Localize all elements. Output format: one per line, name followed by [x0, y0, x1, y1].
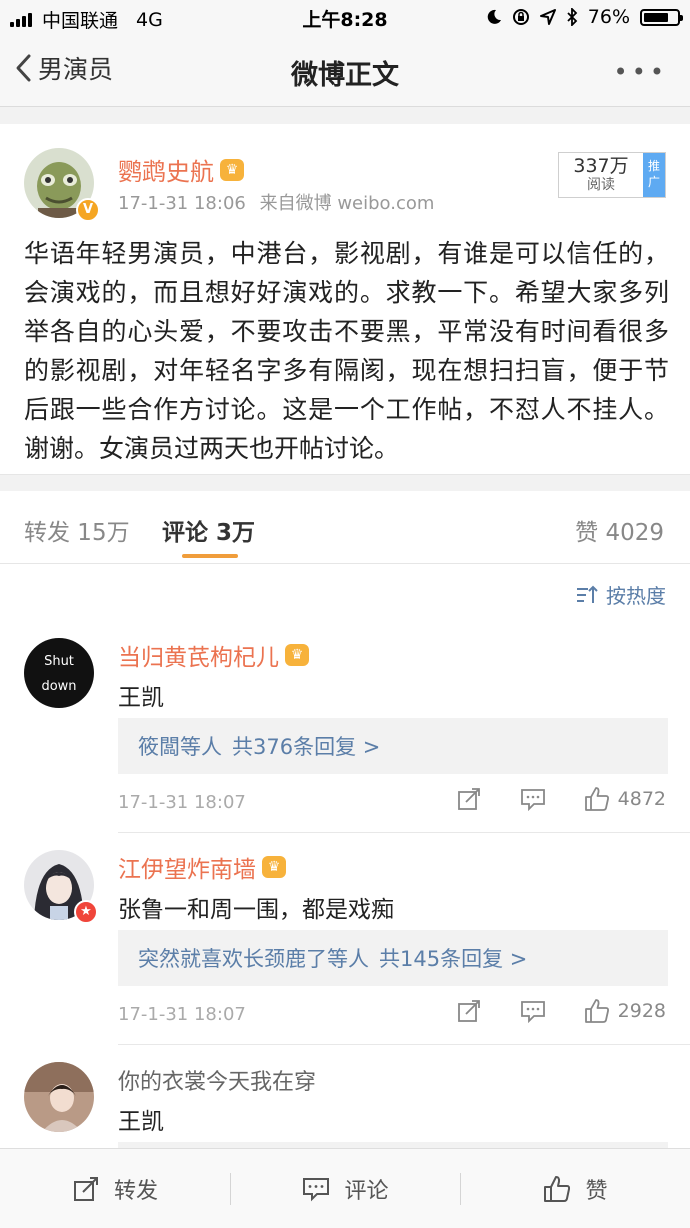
sort-label: 按热度 — [606, 584, 666, 608]
sort-icon — [577, 585, 598, 603]
thumbs-up-icon[interactable] — [584, 786, 610, 812]
status-bar: 中国联通 4G 上午8:28 76% — [0, 0, 690, 36]
post-meta: 17-1-31 18:06 来自微博 weibo.com — [118, 189, 434, 215]
crown-icon: ♛ — [285, 644, 309, 666]
commenter-avatar[interactable]: Shut down — [24, 638, 94, 708]
reply-users: 筱闆等人 — [138, 735, 222, 759]
comment-icon — [303, 1177, 330, 1201]
author-name: 鹦鹉史航 — [118, 158, 214, 186]
member-badge: ★ — [74, 900, 98, 924]
bottom-toolbar: 转发 评论 赞 — [0, 1148, 690, 1228]
reply-summary[interactable]: 突然就喜欢长颈鹿了等人 共145条回复 > — [118, 930, 668, 986]
weibo-post: V 鹦鹉史航 ♛ 17-1-31 18:06 来自微博 weibo.com 33… — [0, 124, 690, 475]
avatar-text-top: Shut — [44, 654, 74, 669]
reads-count: 337万 — [573, 155, 629, 177]
comment-actions: 4872 — [456, 786, 666, 812]
like-count: 2928 — [617, 1000, 666, 1022]
comment-divider — [118, 832, 690, 833]
chevron-left-icon — [16, 54, 31, 82]
toolbar-like-label: 赞 — [585, 1178, 608, 1204]
repost-icon[interactable] — [456, 786, 482, 812]
moon-icon — [487, 9, 501, 24]
reads-badge[interactable]: 337万 阅读 推广 — [558, 152, 666, 198]
commenter-name: 当归黄芪枸杞儿 — [118, 645, 279, 671]
comment-divider — [118, 1044, 690, 1045]
avatar-text-bottom: down — [41, 679, 77, 694]
reply-count: 共376条回复 > — [232, 735, 381, 759]
tab-repost[interactable]: 转发 15万 — [24, 513, 130, 547]
comment-item: ★ 江伊望炸南墙 ♛ 张鲁一和周一围，都是戏痴 突然就喜欢长颈鹿了等人 共145… — [0, 840, 690, 1045]
comment-time: 17-1-31 18:07 — [118, 1004, 246, 1025]
battery-percent: 76% — [587, 6, 630, 28]
comment-icon[interactable] — [520, 998, 546, 1024]
toolbar-repost-label: 转发 — [113, 1178, 158, 1204]
reply-summary[interactable]: 筱闆等人 共376条回复 > — [118, 718, 668, 774]
tab-like[interactable]: 赞 4029 — [575, 513, 664, 547]
toolbar-comment-button[interactable]: 评论 — [231, 1149, 460, 1228]
tab-active-indicator — [182, 554, 238, 558]
commenter-name-row[interactable]: 江伊望炸南墙 ♛ — [118, 850, 286, 884]
sort-button[interactable]: 按热度 — [576, 580, 666, 609]
rotation-lock-icon — [512, 9, 529, 25]
status-right: 76% — [486, 6, 683, 28]
tab-comment[interactable]: 评论 3万 — [162, 513, 255, 547]
bluetooth-icon — [567, 8, 578, 26]
comment-text: 王凯 — [118, 685, 164, 711]
comment-time: 17-1-31 18:07 — [118, 792, 246, 813]
comment-actions: 2928 — [456, 998, 666, 1024]
reads-counter: 337万 阅读 — [559, 153, 643, 197]
repost-icon — [73, 1176, 98, 1201]
crown-icon: ♛ — [262, 856, 286, 878]
back-button[interactable]: 男演员 — [14, 50, 113, 86]
portrait-avatar-icon — [24, 1062, 94, 1132]
repost-icon[interactable] — [456, 998, 482, 1024]
location-icon — [539, 9, 556, 25]
comment-item: Shut down 当归黄芪枸杞儿 ♛ 王凯 筱闆等人 共376条回复 > 17… — [0, 628, 690, 833]
interaction-tabs: 转发 15万 评论 3万 赞 4029 — [0, 491, 690, 564]
toolbar-comment-label: 评论 — [344, 1178, 389, 1204]
promote-tag[interactable]: 推广 — [643, 153, 665, 197]
commenter-name: 江伊望炸南墙 — [118, 857, 256, 883]
post-source: 来自微博 weibo.com — [259, 193, 435, 214]
thumbs-up-icon — [544, 1175, 571, 1202]
like-count: 4872 — [617, 788, 666, 810]
post-text: 华语年轻男演员，中港台，影视剧，有谁是可以信任的，会演戏的，而且想好好演戏的。求… — [24, 239, 669, 463]
author-name-row[interactable]: 鹦鹉史航 ♛ — [118, 152, 244, 187]
verified-badge: V — [76, 198, 100, 222]
commenter-name[interactable]: 你的衣裳今天我在穿 — [118, 1064, 316, 1096]
crown-icon: ♛ — [220, 158, 244, 181]
more-button[interactable]: ••• — [614, 58, 668, 86]
thumbs-up-icon[interactable] — [584, 998, 610, 1024]
commenter-avatar[interactable] — [24, 1062, 94, 1132]
toolbar-repost-button[interactable]: 转发 — [0, 1149, 230, 1228]
commenter-name-row[interactable]: 当归黄芪枸杞儿 ♛ — [118, 638, 309, 672]
post-time: 17-1-31 18:06 — [118, 193, 246, 214]
toolbar-like-button[interactable]: 赞 — [461, 1149, 690, 1228]
battery-icon — [640, 8, 683, 26]
back-label: 男演员 — [38, 55, 114, 84]
comment-text: 张鲁一和周一围，都是戏痴 — [118, 897, 394, 923]
comment-icon[interactable] — [520, 786, 546, 812]
reply-users: 突然就喜欢长颈鹿了等人 — [138, 947, 369, 971]
comment-text: 王凯 — [118, 1109, 164, 1135]
reads-label: 阅读 — [587, 177, 615, 193]
nav-bar: 男演员 微博正文 ••• — [0, 36, 690, 107]
reply-count: 共145条回复 > — [379, 947, 528, 971]
comment-list: 按热度 Shut down 当归黄芪枸杞儿 ♛ 王凯 筱闆等人 共376条回复 … — [0, 564, 690, 1148]
comment-item: 你的衣裳今天我在穿 王凯 — [0, 1052, 690, 1148]
